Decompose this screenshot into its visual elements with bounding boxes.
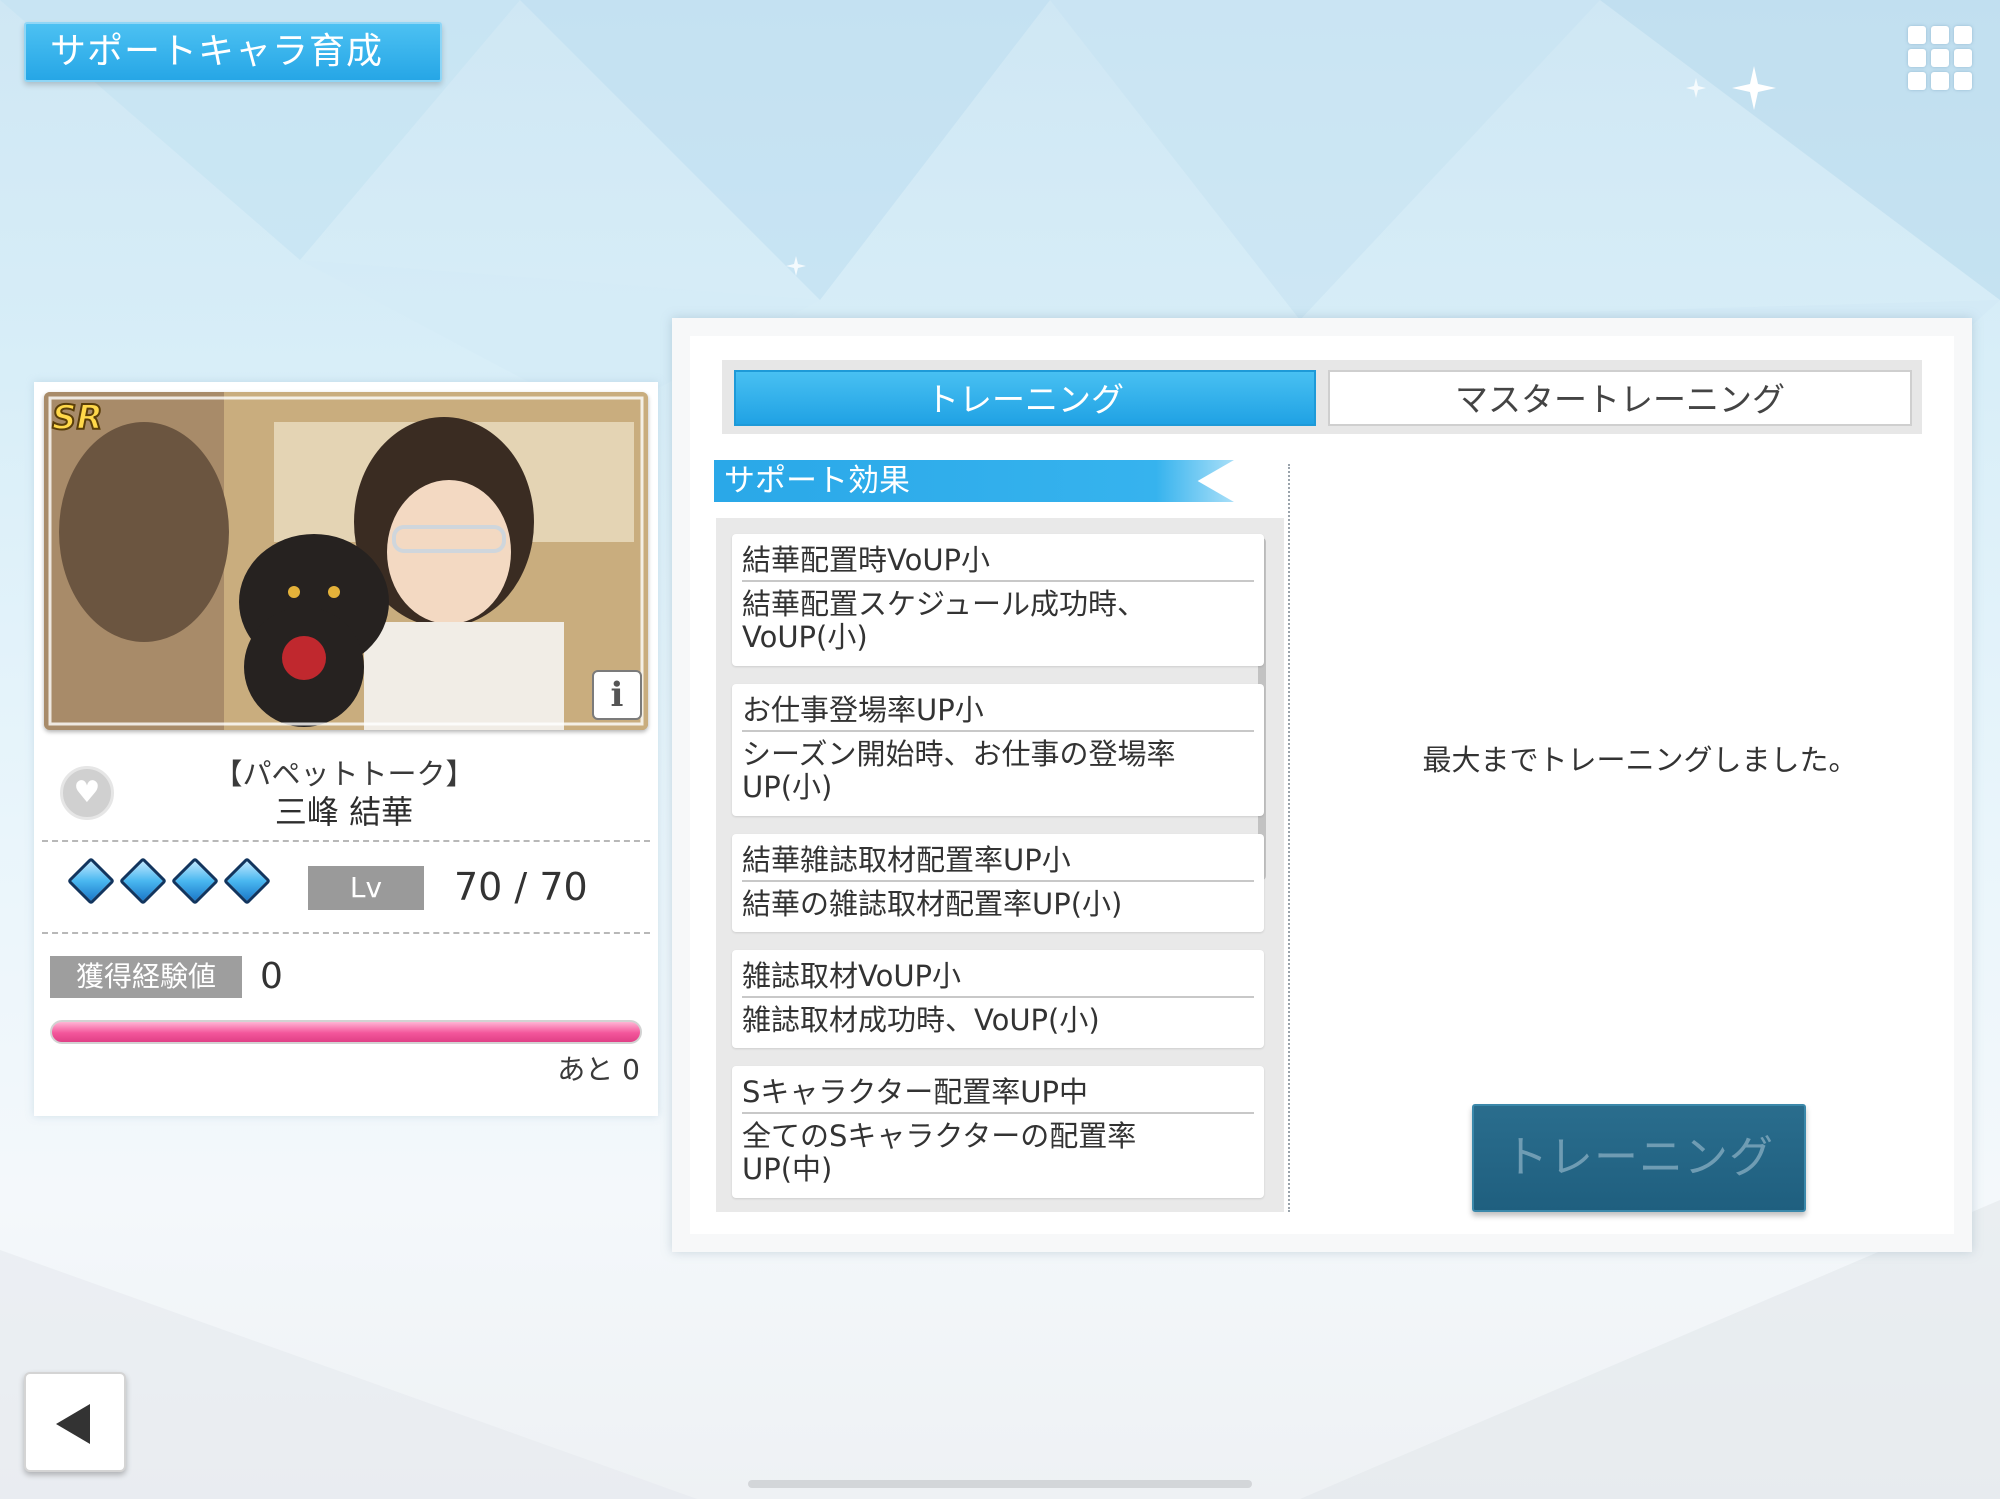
effect-name: 結華雑誌取材配置率UP小 [742,834,1254,882]
effect-name: Sキャラクター配置率UP中 [742,1066,1254,1114]
status-message: 最大までトレーニングしました。 [1422,743,1858,777]
exp-remaining: あと 0 [557,1053,640,1086]
effect-name: 結華配置時VoUP小 [742,534,1254,582]
rank-diamond-icon [222,856,272,906]
card-panel: SR i ♥ 【パペットトーク】 三峰 結華 Lv 70 / 70 獲得経験値 … [34,382,658,1116]
back-arrow-icon [56,1404,90,1444]
level-value: 70 / 70 [454,865,588,909]
rank-diamond-icon [118,856,168,906]
effect-description: 結華配置スケジュール成功時、 VoUP(小) [742,587,1146,654]
effect-description: シーズン開始時、お仕事の登場率 UP(小) [742,737,1176,804]
exp-label: 獲得経験値 [50,956,242,998]
effect-item: お仕事登場率UP小 シーズン開始時、お仕事の登場率 UP(小) [732,684,1264,816]
effect-description: 全てのSキャラクターの配置率 UP(中) [742,1119,1137,1186]
divider [42,932,650,934]
effect-item: 雑誌取材VoUP小 雑誌取材成功時、VoUP(小) [732,950,1264,1048]
back-button[interactable] [24,1372,126,1472]
tab-master-training[interactable]: マスタートレーニング [1328,370,1912,426]
vertical-divider [1288,464,1290,1212]
screen-title: サポートキャラ育成 [24,22,442,82]
exp-value: 0 [260,956,283,997]
home-indicator[interactable] [748,1480,1252,1488]
effect-description: 雑誌取材成功時、VoUP(小) [742,1003,1100,1037]
effect-item: 結華配置時VoUP小 結華配置スケジュール成功時、 VoUP(小) [732,534,1264,666]
rank-diamond-icon [66,856,116,906]
effect-item: Sキャラクター配置率UP中 全てのSキャラクターの配置率 UP(中) [732,1066,1264,1198]
card-art [44,392,648,730]
exp-progress-bar [50,1020,642,1044]
support-effect-header: サポート効果 [714,460,1234,502]
effect-description: 結華の雑誌取材配置率UP(小) [742,887,1123,921]
rank-diamond-icon [170,856,220,906]
card-subtitle: 【パペットトーク】 [213,757,475,791]
divider [42,840,650,842]
effect-item: 結華雑誌取材配置率UP小 結華の雑誌取材配置率UP(小) [732,834,1264,932]
effect-name: 雑誌取材VoUP小 [742,950,1254,998]
level-label: Lv [308,866,424,910]
rarity-badge: SR [51,397,104,439]
favorite-heart-icon[interactable]: ♥ [60,766,114,820]
card-illustration[interactable]: SR i [44,392,648,730]
tab-training[interactable]: トレーニング [734,370,1316,426]
effect-name: お仕事登場率UP小 [742,684,1254,732]
training-button[interactable]: トレーニング [1472,1104,1806,1212]
character-name: 三峰 結華 [274,793,414,831]
info-button[interactable]: i [592,670,642,720]
training-panel: トレーニング マスタートレーニング サポート効果 結華配置時VoUP小 結華配置… [672,318,1972,1252]
training-panel-inner: トレーニング マスタートレーニング サポート効果 結華配置時VoUP小 結華配置… [690,336,1954,1234]
grid-menu-icon[interactable] [1906,24,1974,92]
